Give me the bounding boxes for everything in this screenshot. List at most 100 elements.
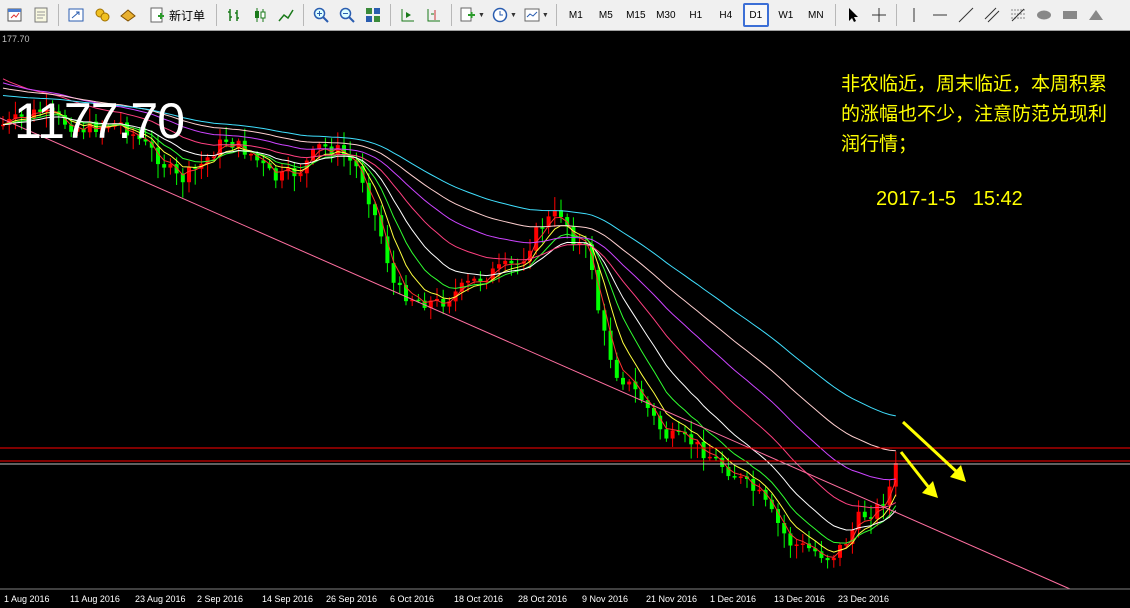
candle-body xyxy=(162,164,167,168)
candle-body xyxy=(652,407,656,416)
candle-body xyxy=(335,145,340,155)
candle-body xyxy=(707,456,712,459)
candle-body xyxy=(621,377,625,385)
annotation-text: 非农临近，周末临近，本周积累的涨幅也不少，注意防范兑现利润行情； xyxy=(841,73,1108,155)
time-axis-label: 9 Nov 2016 xyxy=(582,594,629,604)
candle-body xyxy=(317,144,322,149)
time-axis-label: 13 Dec 2016 xyxy=(774,594,826,604)
tile-windows-icon[interactable] xyxy=(362,3,384,27)
annotation-timestamp: 2017-1-5 15:42 xyxy=(876,188,1023,210)
fullscreen-icon[interactable] xyxy=(65,3,87,27)
time-axis-label: 28 Oct 2016 xyxy=(518,594,568,604)
timeframe-m15-button[interactable]: M15 xyxy=(623,3,649,27)
bid-price-display: 1177.70 xyxy=(14,93,185,149)
line-chart-icon[interactable] xyxy=(275,3,297,27)
timeframe-mn-button[interactable]: MN xyxy=(803,3,829,27)
bar-chart-icon[interactable] xyxy=(223,3,245,27)
new-chart-icon[interactable] xyxy=(4,3,26,27)
candle-body xyxy=(366,182,371,205)
candle-body xyxy=(397,282,402,286)
candle-body xyxy=(224,139,229,142)
candle-body xyxy=(800,543,805,545)
candle-body xyxy=(509,260,514,264)
trendline-icon[interactable] xyxy=(955,3,977,27)
timeframe-group: M1 M5 M15 M30 H1 H4 D1 W1 MN xyxy=(561,3,831,27)
timeframe-m30-button[interactable]: M30 xyxy=(653,3,679,27)
navigator-icon[interactable] xyxy=(91,3,113,27)
chart-area[interactable]: 177.70 1177.70 非农临近，周末临近，本周积累的涨幅也不少，注意防范… xyxy=(0,31,1130,608)
candle-body xyxy=(416,299,421,302)
candle-body xyxy=(738,476,743,478)
timeframe-h4-button[interactable]: H4 xyxy=(713,3,739,27)
time-axis: 1 Aug 2016 11 Aug 2016 23 Aug 2016 2 Sep 20… xyxy=(0,590,1130,608)
new-order-label: 新订单 xyxy=(169,8,206,23)
zoom-in-icon[interactable] xyxy=(310,3,332,27)
horizontal-line-icon[interactable] xyxy=(929,3,951,27)
candle-body xyxy=(174,164,179,174)
auto-scroll-icon[interactable] xyxy=(397,3,419,27)
candle-body xyxy=(478,278,483,282)
candle-body xyxy=(887,486,892,506)
timeframe-w1-button[interactable]: W1 xyxy=(773,3,799,27)
time-axis-label: 21 Nov 2016 xyxy=(646,594,698,604)
equidistant-channel-icon[interactable] xyxy=(981,3,1003,27)
time-axis-label: 1 Dec 2016 xyxy=(710,594,757,604)
candle-body xyxy=(311,148,315,161)
time-axis-label: 2 Sep 2016 xyxy=(197,594,244,604)
moving-average-line xyxy=(2,114,897,544)
time-axis-label: 11 Aug 2016 xyxy=(70,594,120,604)
time-axis-label: 23 Dec 2016 xyxy=(838,594,890,604)
time-axis-label: 1 Aug 2016 xyxy=(4,594,50,604)
toolbar: 新订单 ▼ ▼ ▼ M1 M5 M15 M30 H1 H4 D1 W1 MN xyxy=(0,0,1130,31)
moving-average-line xyxy=(2,109,897,558)
timeframe-h1-button[interactable]: H1 xyxy=(683,3,709,27)
periods-icon[interactable]: ▼ xyxy=(490,3,518,27)
rectangle-icon[interactable] xyxy=(1059,3,1081,27)
crosshair-icon[interactable] xyxy=(868,3,890,27)
candle-body xyxy=(168,164,173,168)
candle-body xyxy=(732,476,737,478)
zoom-out-icon[interactable] xyxy=(336,3,358,27)
timeframe-m5-button[interactable]: M5 xyxy=(593,3,619,27)
chart-shift-icon[interactable] xyxy=(423,3,445,27)
time-axis-label: 6 Oct 2016 xyxy=(390,594,435,604)
profiles-icon[interactable] xyxy=(30,3,52,27)
indicators-icon[interactable]: ▼ xyxy=(458,3,486,27)
templates-icon[interactable]: ▼ xyxy=(522,3,550,27)
cursor-icon[interactable] xyxy=(842,3,864,27)
candle-body xyxy=(280,171,284,181)
candle-body xyxy=(323,144,328,147)
candle-body xyxy=(503,260,508,265)
candle-body xyxy=(614,359,619,378)
triangle-icon[interactable] xyxy=(1085,3,1107,27)
candle-body xyxy=(825,558,830,561)
new-order-button[interactable]: 新订单 xyxy=(143,3,210,27)
candle-body xyxy=(534,227,539,251)
candle-body xyxy=(862,511,867,518)
market-watch-icon[interactable] xyxy=(117,3,139,27)
time-axis-label: 18 Oct 2016 xyxy=(454,594,504,604)
candle-body xyxy=(831,557,836,561)
candle-body xyxy=(856,511,861,530)
fibonacci-icon[interactable] xyxy=(1007,3,1029,27)
candle-body xyxy=(187,167,191,183)
candle-body xyxy=(472,278,477,281)
candle-body xyxy=(391,263,396,283)
candlestick-icon[interactable] xyxy=(249,3,271,27)
candle-body xyxy=(664,429,669,439)
time-axis-label: 23 Aug 2016 xyxy=(135,594,186,604)
candle-body xyxy=(794,544,799,546)
vertical-line-icon[interactable] xyxy=(903,3,925,27)
moving-average-line xyxy=(2,116,897,531)
time-axis-label: 26 Sep 2016 xyxy=(326,594,378,604)
timeframe-m1-button[interactable]: M1 xyxy=(563,3,589,27)
candle-body xyxy=(249,153,253,156)
candle-body xyxy=(466,280,470,283)
timeframe-d1-button[interactable]: D1 xyxy=(742,3,769,27)
candle-body xyxy=(670,430,675,439)
candle-body xyxy=(540,227,545,229)
new-order-icon xyxy=(150,7,164,23)
time-axis-label: 14 Sep 2016 xyxy=(262,594,314,604)
ellipse-icon[interactable] xyxy=(1033,3,1055,27)
candle-body xyxy=(497,264,501,269)
